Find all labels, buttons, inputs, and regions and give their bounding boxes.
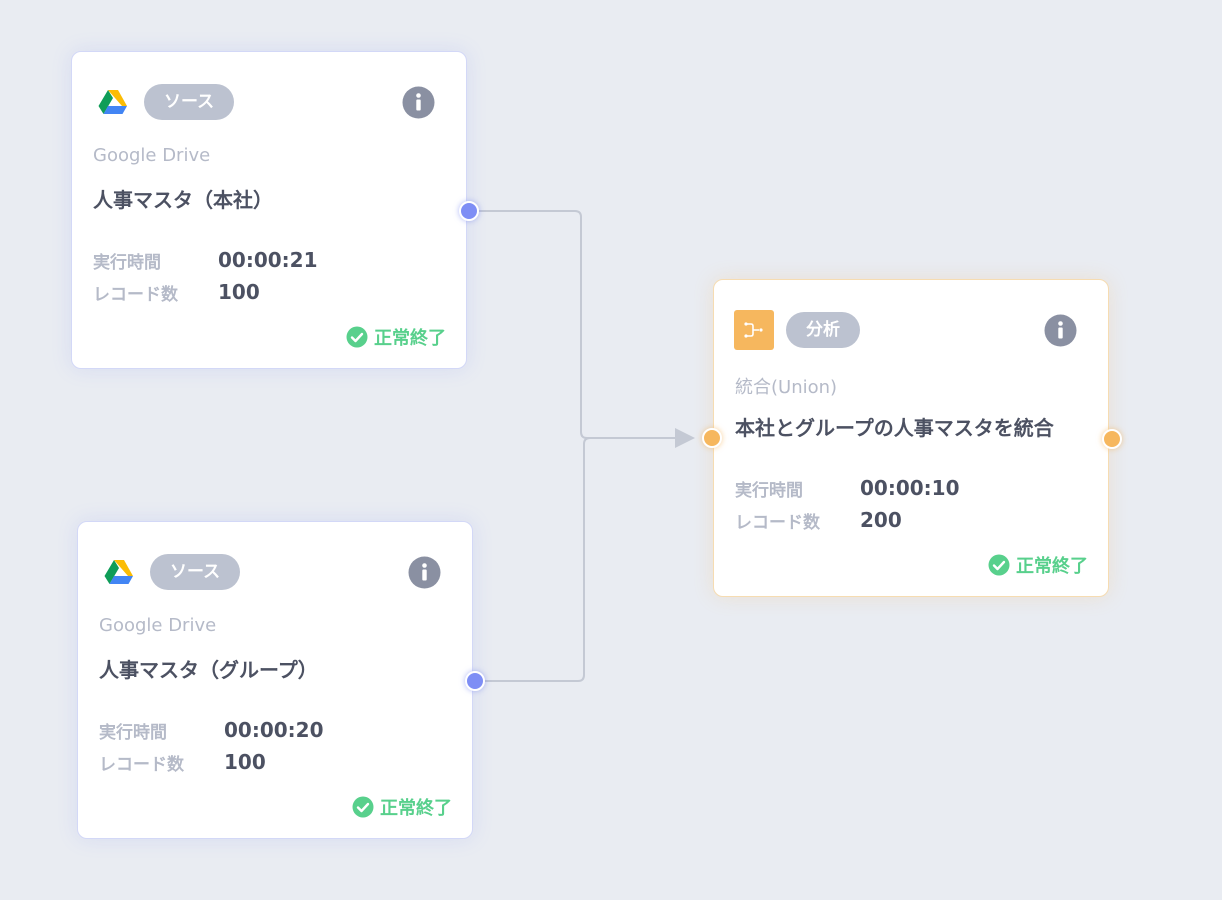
execution-time-label: 実行時間 (93, 253, 161, 273)
execution-time-label: 実行時間 (99, 723, 167, 743)
record-count-label: レコード数 (99, 755, 184, 775)
connector-node2-to-union (475, 437, 676, 682)
connector-arrowhead (675, 428, 695, 448)
check-circle-icon (352, 796, 374, 818)
status-badge: 正常終了 (988, 552, 1088, 578)
operation-type: 統合(Union) (735, 377, 838, 398)
status-text: 正常終了 (380, 798, 452, 819)
union-icon (734, 310, 774, 350)
node-type-badge: ソース (144, 84, 235, 120)
union-node-card[interactable]: 分析 統合(Union) 本社とグループの人事マスタを統合 実行時間 00:00… (713, 279, 1109, 597)
info-icon[interactable] (408, 556, 441, 589)
execution-time-value: 00:00:21 (218, 248, 318, 272)
source-node-card-group[interactable]: ソース Google Drive 人事マスタ（グループ） 実行時間 00:00:… (77, 521, 473, 839)
connector-node1-to-union (469, 210, 676, 439)
check-circle-icon (346, 326, 368, 348)
status-badge: 正常終了 (352, 794, 452, 820)
execution-time-value: 00:00:20 (224, 718, 324, 742)
info-icon[interactable] (402, 86, 435, 119)
execution-time-value: 00:00:10 (860, 476, 960, 500)
google-drive-icon (96, 86, 130, 120)
connector-type: Google Drive (99, 615, 217, 636)
record-count-label: レコード数 (93, 285, 178, 305)
record-count-value: 100 (218, 280, 260, 304)
status-badge: 正常終了 (346, 324, 446, 350)
node-type-badge: 分析 (786, 312, 860, 348)
source-node-card-hq[interactable]: ソース Google Drive 人事マスタ（本社） 実行時間 00:00:21… (71, 51, 467, 369)
status-text: 正常終了 (374, 328, 446, 349)
node-type-badge: ソース (150, 554, 241, 590)
check-circle-icon (988, 554, 1010, 576)
record-count-value: 100 (224, 750, 266, 774)
connector-type: Google Drive (93, 145, 211, 166)
output-port-node1[interactable] (459, 201, 479, 221)
node-title: 本社とグループの人事マスタを統合 (735, 416, 1054, 440)
node-title: 人事マスタ（グループ） (99, 658, 318, 682)
google-drive-icon (102, 556, 136, 590)
record-count-label: レコード数 (735, 513, 820, 533)
execution-time-label: 実行時間 (735, 481, 803, 501)
input-port-union[interactable] (702, 428, 722, 448)
info-icon[interactable] (1044, 314, 1077, 347)
status-text: 正常終了 (1016, 556, 1088, 577)
node-title: 人事マスタ（本社） (93, 188, 273, 212)
record-count-value: 200 (860, 508, 902, 532)
output-port-node2[interactable] (465, 671, 485, 691)
output-port-union[interactable] (1102, 429, 1122, 449)
